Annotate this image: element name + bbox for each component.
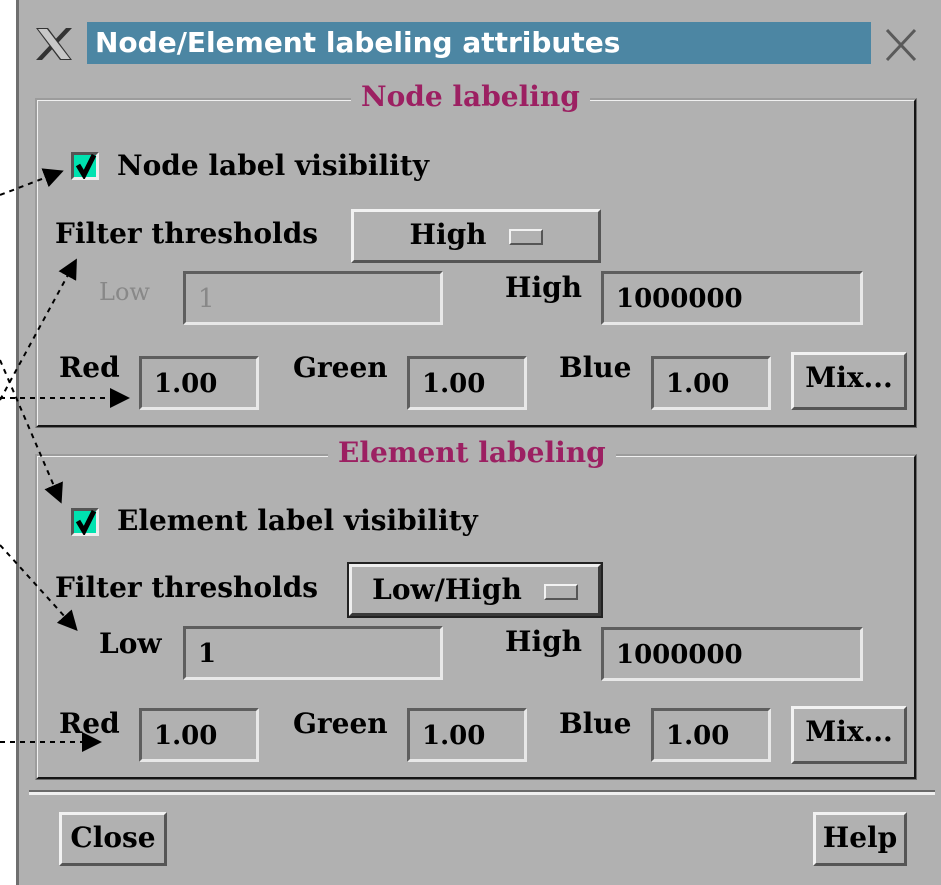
annotation-arrow bbox=[0, 258, 77, 401]
annotation-arrow bbox=[0, 544, 78, 631]
annotation-arrow bbox=[0, 359, 63, 504]
annotation-arrows bbox=[0, 168, 130, 752]
annotation-arrow bbox=[0, 168, 64, 196]
